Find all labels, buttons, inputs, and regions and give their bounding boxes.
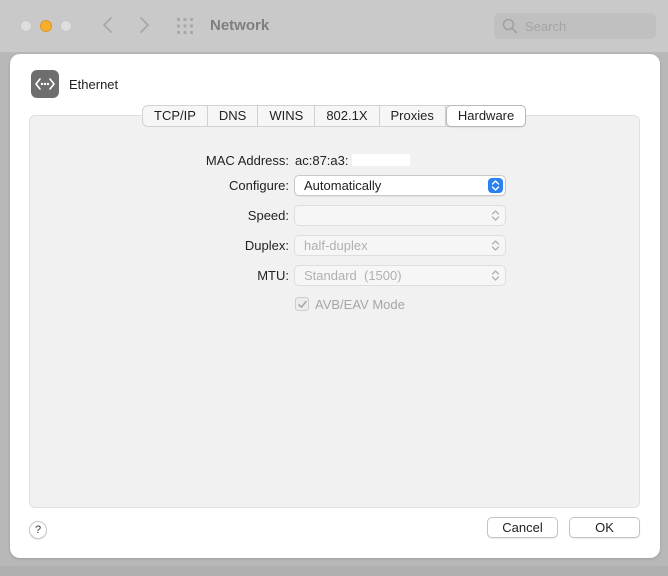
tab-proxies[interactable]: Proxies — [380, 106, 446, 126]
search-placeholder: Search — [525, 19, 567, 34]
avb-eav-checkbox — [295, 297, 309, 311]
duplex-label: Duplex: — [244, 238, 289, 253]
cancel-button[interactable]: Cancel — [487, 517, 558, 538]
mac-address-redaction — [352, 154, 410, 166]
tab-wins[interactable]: WINS — [258, 106, 316, 126]
speed-label: Speed: — [247, 208, 289, 223]
mac-address-value: ac:87:a3: — [295, 153, 349, 168]
duplex-value: half-duplex — [304, 238, 368, 253]
configure-popup[interactable]: Automatically — [294, 175, 506, 196]
speed-popup — [294, 205, 506, 226]
help-button[interactable]: ? — [29, 521, 47, 539]
ethernet-icon — [31, 70, 59, 98]
chevron-updown-icon — [488, 238, 503, 253]
grid-icon[interactable] — [176, 17, 194, 35]
ethernet-settings-sheet: Ethernet TCP/IP DNS WINS 802.1X Proxies … — [10, 54, 660, 558]
service-name: Ethernet — [69, 77, 119, 92]
minimize-window-button[interactable] — [40, 20, 52, 32]
avb-eav-label: AVB/EAV Mode — [315, 297, 405, 312]
chevron-updown-icon — [488, 178, 503, 193]
chevron-updown-icon — [488, 268, 503, 283]
search-field[interactable]: Search — [494, 13, 656, 39]
configure-value: Automatically — [304, 178, 382, 193]
tab-8021x[interactable]: 802.1X — [315, 106, 380, 126]
tab-hardware[interactable]: Hardware — [445, 105, 527, 127]
title-bar: Network Search — [0, 0, 668, 52]
tab-bar: TCP/IP DNS WINS 802.1X Proxies Hardware — [142, 105, 527, 127]
configure-label: Configure: — [229, 178, 289, 193]
window-title: Network — [210, 17, 270, 34]
checkmark-icon — [298, 300, 307, 308]
close-window-button[interactable] — [20, 20, 32, 32]
mtu-label: MTU: — [257, 268, 289, 283]
tab-dns[interactable]: DNS — [208, 106, 259, 126]
ok-button[interactable]: OK — [569, 517, 640, 538]
mtu-popup: Standard (1500) — [294, 265, 506, 286]
window-bottom-edge — [0, 566, 668, 576]
chevron-updown-icon — [488, 208, 503, 223]
forward-arrow-icon[interactable] — [134, 14, 154, 36]
duplex-popup: half-duplex — [294, 235, 506, 256]
tab-tcpip[interactable]: TCP/IP — [143, 106, 208, 126]
zoom-window-button[interactable] — [60, 20, 72, 32]
mac-address-label: MAC Address: — [205, 153, 289, 168]
search-icon — [502, 18, 518, 34]
back-arrow-icon[interactable] — [98, 14, 118, 36]
mtu-value: Standard (1500) — [304, 268, 402, 283]
